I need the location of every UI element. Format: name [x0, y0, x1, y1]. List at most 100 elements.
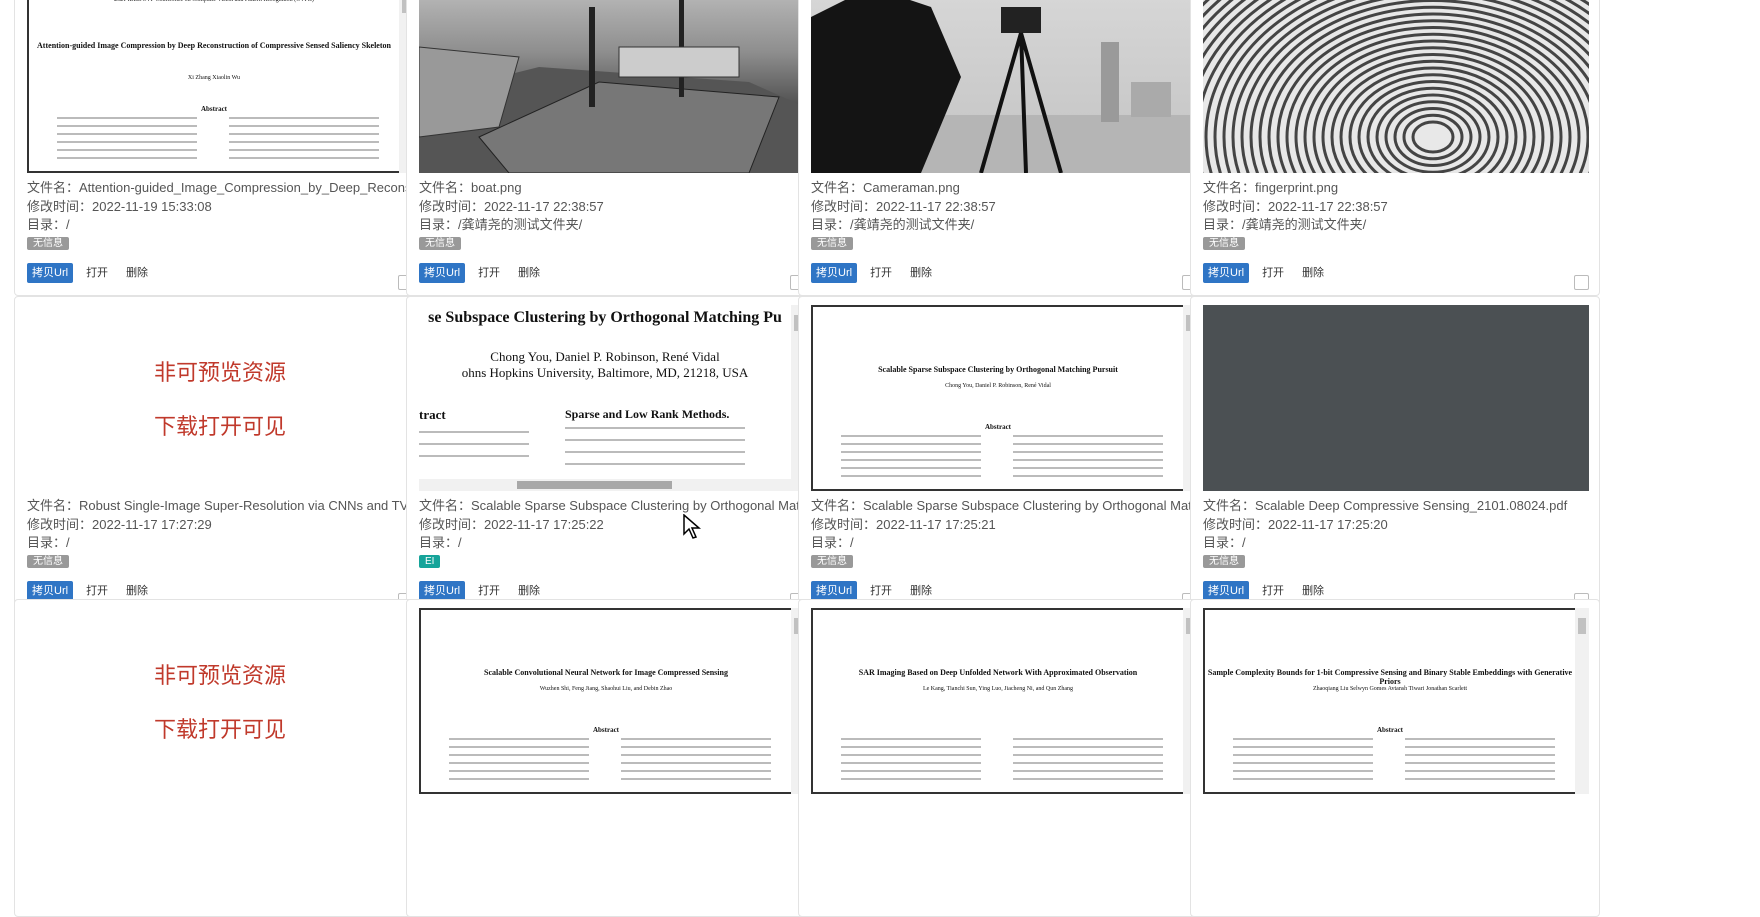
file-preview[interactable]: SAR Imaging Based on Deep Unfolded Netwo…: [811, 608, 1197, 794]
dir-row: 目录：/: [27, 216, 413, 235]
open-button[interactable]: 打开: [1257, 263, 1290, 283]
doc-text-line: [621, 770, 771, 772]
file-preview[interactable]: 2021 IEEE/CVF Conference on Computer Vis…: [27, 0, 413, 173]
doc-text-line: [419, 443, 529, 445]
file-preview[interactable]: 非可预览资源 下载打开可见: [27, 305, 413, 491]
dir-path: /龚靖尧的测试文件夹/: [458, 217, 583, 232]
doc-text-line: [841, 746, 981, 748]
delete-button[interactable]: 删除: [121, 263, 154, 283]
modified-time: 2022-11-17 17:25:22: [484, 516, 604, 532]
file-card[interactable]: 2021 IEEE/CVF Conference on Computer Vis…: [14, 0, 424, 296]
pdf-page: 2021 IEEE/CVF Conference on Computer Vis…: [27, 0, 413, 173]
copy-url-button[interactable]: 拷贝Url: [419, 581, 466, 601]
modified-row: 修改时间：2022-11-17 17:25:22: [419, 516, 805, 535]
card-actions: 拷贝Url 打开 删除: [419, 581, 546, 601]
file-name-label: 文件名：: [27, 180, 80, 195]
file-card[interactable]: 文件名：Scalable Deep Compressive Sensing_21…: [1190, 296, 1600, 614]
pdf-page: se Subspace Clustering by Orthogonal Mat…: [419, 305, 805, 491]
file-preview[interactable]: 非可预览资源 下载打开可见: [27, 608, 413, 794]
modified-label: 修改时间：: [419, 516, 485, 532]
file-name-label: 文件名：: [419, 180, 472, 195]
horizontal-scrollbar-thumb[interactable]: [517, 481, 672, 489]
doc-text-line: [449, 746, 589, 748]
copy-url-button[interactable]: 拷贝Url: [27, 581, 74, 601]
doc-text-line: [1013, 475, 1163, 477]
file-card[interactable]: Sample Complexity Bounds for 1-bit Compr…: [1190, 599, 1600, 917]
copy-url-button[interactable]: 拷贝Url: [811, 263, 858, 283]
file-preview[interactable]: [1203, 0, 1589, 173]
dir-label: 目录：: [811, 217, 851, 232]
copy-url-button[interactable]: 拷贝Url: [419, 263, 466, 283]
no-preview-message: 非可预览资源 下载打开可见: [27, 608, 413, 794]
file-card[interactable]: 非可预览资源 下载打开可见 文件名：Robust Single-Image Supe…: [14, 296, 424, 614]
file-card[interactable]: se Subspace Clustering by Orthogonal Mat…: [406, 296, 816, 614]
doc-text-line: [841, 475, 981, 477]
doc-text-line: [621, 754, 771, 756]
info-badge: 无信息: [27, 555, 69, 568]
pdf-page: Scalable Convolutional Neural Network fo…: [419, 608, 805, 794]
open-button[interactable]: 打开: [81, 581, 114, 601]
file-card[interactable]: 非可预览资源 下载打开可见: [14, 599, 424, 917]
mouse-cursor-icon: [683, 513, 703, 545]
delete-button[interactable]: 删除: [1297, 581, 1330, 601]
open-button[interactable]: 打开: [473, 581, 506, 601]
delete-button[interactable]: 删除: [513, 581, 546, 601]
doc-text-line: [419, 431, 529, 433]
file-preview[interactable]: [419, 0, 805, 173]
doc-text: Chong You, Daniel P. Robinson, René Vida…: [490, 349, 720, 364]
open-button[interactable]: 打开: [473, 263, 506, 283]
info-badge: 无信息: [811, 237, 853, 250]
delete-button[interactable]: 删除: [513, 263, 546, 283]
copy-url-button[interactable]: 拷贝Url: [1203, 581, 1250, 601]
file-preview[interactable]: se Subspace Clustering by Orthogonal Mat…: [419, 305, 805, 491]
select-checkbox[interactable]: [1574, 275, 1589, 290]
file-preview[interactable]: [811, 0, 1197, 173]
doc-text-line: [1405, 754, 1555, 756]
file-meta: 文件名：Attention-guided_Image_Compression_b…: [27, 179, 413, 235]
doc-text-line: [449, 738, 589, 740]
preview-scrollbar-thumb[interactable]: [1578, 618, 1586, 634]
doc-text-line: [1013, 435, 1163, 437]
delete-button[interactable]: 删除: [905, 263, 938, 283]
doc-text: Abstract: [1376, 726, 1404, 734]
file-card[interactable]: SAR Imaging Based on Deep Unfolded Netwo…: [798, 599, 1208, 917]
card-actions: 拷贝Url 打开 删除: [811, 581, 938, 601]
no-preview-line2: 下载打开可见: [153, 415, 286, 440]
file-preview[interactable]: Sample Complexity Bounds for 1-bit Compr…: [1203, 608, 1589, 794]
open-button[interactable]: 打开: [865, 581, 898, 601]
dark-preview-image[interactable]: [1203, 305, 1589, 491]
doc-text-line: [57, 141, 197, 143]
file-name-row: 文件名：fingerprint.png: [1203, 179, 1589, 198]
delete-button[interactable]: 删除: [905, 581, 938, 601]
file-card[interactable]: 文件名：Cameraman.png 修改时间：2022-11-17 22:38:5…: [798, 0, 1208, 296]
doc-text-line: [841, 778, 981, 780]
doc-text: SAR Imaging Based on Deep Unfolded Netwo…: [858, 668, 1138, 677]
dir-row: 目录：/龚靖尧的测试文件夹/: [419, 216, 805, 235]
copy-url-button[interactable]: 拷贝Url: [27, 263, 74, 283]
file-preview[interactable]: Scalable Sparse Subspace Clustering by O…: [811, 305, 1197, 491]
doc-text-line: [841, 435, 981, 437]
doc-text-line: [1013, 443, 1163, 445]
file-card[interactable]: Scalable Sparse Subspace Clustering by O…: [798, 296, 1208, 614]
modified-label: 修改时间：: [1203, 198, 1269, 214]
dir-path: /: [458, 535, 462, 550]
open-button[interactable]: 打开: [865, 263, 898, 283]
file-preview[interactable]: Scalable Convolutional Neural Network fo…: [419, 608, 805, 794]
copy-url-button[interactable]: 拷贝Url: [811, 581, 858, 601]
open-button[interactable]: 打开: [81, 263, 114, 283]
preview-scrollbar[interactable]: [1575, 608, 1589, 794]
open-button[interactable]: 打开: [1257, 581, 1290, 601]
dir-label: 目录：: [27, 535, 67, 550]
horizontal-scrollbar[interactable]: [419, 479, 791, 491]
delete-button[interactable]: 删除: [1297, 263, 1330, 283]
file-card[interactable]: 文件名：boat.png 修改时间：2022-11-17 22:38:57 目录：/…: [406, 0, 816, 296]
doc-text-line: [229, 141, 379, 143]
delete-button[interactable]: 删除: [121, 581, 154, 601]
copy-url-button[interactable]: 拷贝Url: [1203, 263, 1250, 283]
file-card[interactable]: Scalable Convolutional Neural Network fo…: [406, 599, 816, 917]
modified-time: 2022-11-17 22:38:57: [876, 198, 996, 214]
doc-text-line: [1233, 746, 1373, 748]
doc-text-line: [1013, 451, 1163, 453]
file-card[interactable]: 文件名：fingerprint.png 修改时间：2022-11-17 22:38…: [1190, 0, 1600, 296]
doc-text-line: [841, 451, 981, 453]
